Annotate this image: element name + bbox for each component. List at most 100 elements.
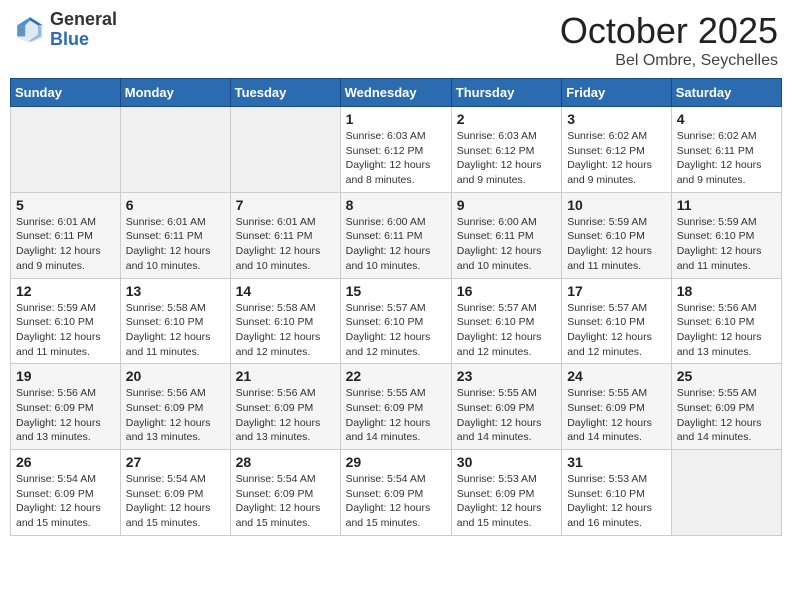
calendar-cell: 14 Sunrise: 5:58 AM Sunset: 6:10 PM Dayli… [230,278,340,364]
calendar-cell: 17 Sunrise: 5:57 AM Sunset: 6:10 PM Dayli… [562,278,672,364]
day-info: Sunrise: 5:55 AM Sunset: 6:09 PM Dayligh… [457,386,556,445]
day-info: Sunrise: 6:00 AM Sunset: 6:11 PM Dayligh… [346,215,446,274]
day-number: 31 [567,454,666,470]
calendar-cell: 8 Sunrise: 6:00 AM Sunset: 6:11 PM Daylig… [340,192,451,278]
calendar-cell: 15Sunrise: 5:57 AM Sunset: 6:10 PM Dayli… [340,278,451,364]
day-info: Sunrise: 5:54 AM Sunset: 6:09 PM Dayligh… [16,472,115,531]
day-info: Sunrise: 6:02 AM Sunset: 6:12 PM Dayligh… [567,129,666,188]
day-info: Sunrise: 5:59 AM Sunset: 6:10 PM Dayligh… [16,301,115,360]
day-info: Sunrise: 5:57 AM Sunset: 6:10 PM Dayligh… [567,301,666,360]
day-number: 30 [457,454,556,470]
day-info: Sunrise: 5:54 AM Sunset: 6:09 PM Dayligh… [236,472,335,531]
calendar-cell: 27Sunrise: 5:54 AM Sunset: 6:09 PM Dayli… [120,450,230,536]
day-number: 14 [236,283,335,299]
calendar-week-row: 12 Sunrise: 5:59 AM Sunset: 6:10 PM Dayli… [11,278,782,364]
calendar-cell: 2 Sunrise: 6:03 AM Sunset: 6:12 PM Daylig… [451,107,561,193]
day-info: Sunrise: 5:56 AM Sunset: 6:09 PM Dayligh… [126,386,225,445]
day-number: 3 [567,111,666,127]
calendar-cell: 1 Sunrise: 6:03 AM Sunset: 6:12 PM Daylig… [340,107,451,193]
page-header: General Blue October 2025 Bel Ombre, Sey… [10,10,782,70]
day-number: 25 [677,368,776,384]
day-info: Sunrise: 6:01 AM Sunset: 6:11 PM Dayligh… [126,215,225,274]
day-info: Sunrise: 6:00 AM Sunset: 6:11 PM Dayligh… [457,215,556,274]
day-number: 17 [567,283,666,299]
calendar-cell: 18 Sunrise: 5:56 AM Sunset: 6:10 PM Dayli… [671,278,781,364]
weekday-header-thursday: Thursday [451,79,561,107]
logo-general-text: General [50,10,117,30]
day-info: Sunrise: 5:56 AM Sunset: 6:10 PM Dayligh… [677,301,776,360]
calendar-cell: 24 Sunrise: 5:55 AM Sunset: 6:09 PM Dayli… [562,364,672,450]
day-info: Sunrise: 6:01 AM Sunset: 6:11 PM Dayligh… [16,215,115,274]
day-number: 29 [346,454,446,470]
calendar-cell: 22 Sunrise: 5:55 AM Sunset: 6:09 PM Dayli… [340,364,451,450]
calendar-cell: 10 Sunrise: 5:59 AM Sunset: 6:10 PM Dayli… [562,192,672,278]
day-number: 28 [236,454,335,470]
day-number: 7 [236,197,335,213]
day-number: 6 [126,197,225,213]
day-number: 18 [677,283,776,299]
calendar-cell: 5Sunrise: 6:01 AM Sunset: 6:11 PM Daylig… [11,192,121,278]
day-info: Sunrise: 5:53 AM Sunset: 6:09 PM Dayligh… [457,472,556,531]
day-info: Sunrise: 5:55 AM Sunset: 6:09 PM Dayligh… [677,386,776,445]
day-number: 12 [16,283,115,299]
day-info: Sunrise: 5:56 AM Sunset: 6:09 PM Dayligh… [236,386,335,445]
weekday-header-wednesday: Wednesday [340,79,451,107]
calendar-cell: 12 Sunrise: 5:59 AM Sunset: 6:10 PM Dayli… [11,278,121,364]
day-number: 13 [126,283,225,299]
calendar-cell: 28 Sunrise: 5:54 AM Sunset: 6:09 PM Dayli… [230,450,340,536]
day-info: Sunrise: 5:56 AM Sunset: 6:09 PM Dayligh… [16,386,115,445]
day-number: 8 [346,197,446,213]
calendar-cell: 20Sunrise: 5:56 AM Sunset: 6:09 PM Dayli… [120,364,230,450]
logo: General Blue [14,10,117,50]
calendar-cell: 11 Sunrise: 5:59 AM Sunset: 6:10 PM Dayli… [671,192,781,278]
calendar-week-row: 26 Sunrise: 5:54 AM Sunset: 6:09 PM Dayli… [11,450,782,536]
day-info: Sunrise: 6:03 AM Sunset: 6:12 PM Dayligh… [457,129,556,188]
day-number: 10 [567,197,666,213]
calendar-cell: 23Sunrise: 5:55 AM Sunset: 6:09 PM Dayli… [451,364,561,450]
day-info: Sunrise: 5:55 AM Sunset: 6:09 PM Dayligh… [567,386,666,445]
day-info: Sunrise: 5:58 AM Sunset: 6:10 PM Dayligh… [126,301,225,360]
calendar-cell [11,107,121,193]
day-number: 2 [457,111,556,127]
day-info: Sunrise: 5:59 AM Sunset: 6:10 PM Dayligh… [567,215,666,274]
calendar-cell: 26 Sunrise: 5:54 AM Sunset: 6:09 PM Dayli… [11,450,121,536]
calendar-table: SundayMondayTuesdayWednesdayThursdayFrid… [10,78,782,536]
calendar-cell: 29 Sunrise: 5:54 AM Sunset: 6:09 PM Dayli… [340,450,451,536]
day-info: Sunrise: 5:54 AM Sunset: 6:09 PM Dayligh… [346,472,446,531]
day-info: Sunrise: 6:03 AM Sunset: 6:12 PM Dayligh… [346,129,446,188]
calendar-week-row: 19Sunrise: 5:56 AM Sunset: 6:09 PM Dayli… [11,364,782,450]
calendar-cell: 13 Sunrise: 5:58 AM Sunset: 6:10 PM Dayli… [120,278,230,364]
weekday-header-row: SundayMondayTuesdayWednesdayThursdayFrid… [11,79,782,107]
calendar-week-row: 1 Sunrise: 6:03 AM Sunset: 6:12 PM Daylig… [11,107,782,193]
title-area: October 2025 Bel Ombre, Seychelles [560,10,778,70]
logo-icon [14,14,46,46]
weekday-header-saturday: Saturday [671,79,781,107]
day-info: Sunrise: 5:59 AM Sunset: 6:10 PM Dayligh… [677,215,776,274]
calendar-cell: 25 Sunrise: 5:55 AM Sunset: 6:09 PM Dayli… [671,364,781,450]
calendar-cell: 7Sunrise: 6:01 AM Sunset: 6:11 PM Daylig… [230,192,340,278]
weekday-header-sunday: Sunday [11,79,121,107]
calendar-cell: 9Sunrise: 6:00 AM Sunset: 6:11 PM Daylig… [451,192,561,278]
calendar-cell [671,450,781,536]
day-number: 1 [346,111,446,127]
day-info: Sunrise: 5:57 AM Sunset: 6:10 PM Dayligh… [346,301,446,360]
day-number: 11 [677,197,776,213]
day-info: Sunrise: 5:58 AM Sunset: 6:10 PM Dayligh… [236,301,335,360]
calendar-cell: 16Sunrise: 5:57 AM Sunset: 6:10 PM Dayli… [451,278,561,364]
calendar-cell: 3 Sunrise: 6:02 AM Sunset: 6:12 PM Daylig… [562,107,672,193]
calendar-cell [230,107,340,193]
day-info: Sunrise: 5:54 AM Sunset: 6:09 PM Dayligh… [126,472,225,531]
calendar-cell: 31Sunrise: 5:53 AM Sunset: 6:10 PM Dayli… [562,450,672,536]
day-number: 4 [677,111,776,127]
day-info: Sunrise: 5:55 AM Sunset: 6:09 PM Dayligh… [346,386,446,445]
calendar-cell: 6 Sunrise: 6:01 AM Sunset: 6:11 PM Daylig… [120,192,230,278]
calendar-cell: 19Sunrise: 5:56 AM Sunset: 6:09 PM Dayli… [11,364,121,450]
calendar-cell [120,107,230,193]
day-number: 22 [346,368,446,384]
calendar-cell: 4Sunrise: 6:02 AM Sunset: 6:11 PM Daylig… [671,107,781,193]
day-info: Sunrise: 5:57 AM Sunset: 6:10 PM Dayligh… [457,301,556,360]
calendar-cell: 21Sunrise: 5:56 AM Sunset: 6:09 PM Dayli… [230,364,340,450]
day-number: 24 [567,368,666,384]
day-number: 26 [16,454,115,470]
location-subtitle: Bel Ombre, Seychelles [560,52,778,70]
